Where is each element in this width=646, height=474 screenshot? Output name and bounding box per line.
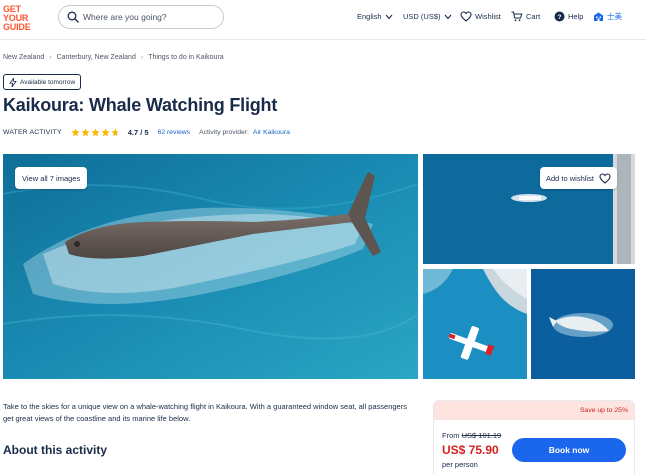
star-rating	[71, 128, 120, 137]
activity-description: Take to the skies for a unique view on a…	[3, 402, 407, 423]
search-icon	[67, 11, 79, 23]
breadcrumb-separator-icon: ›	[140, 54, 144, 61]
booking-card: Save up to 25% From US$ 101.19 US$ 75.90…	[433, 400, 635, 474]
getyourguide-logo[interactable]: GET YOUR GUIDE	[3, 5, 39, 32]
availability-badge: Available tomorrow	[3, 74, 82, 90]
whale-surface-photo[interactable]	[531, 269, 635, 379]
breadcrumb-item-region[interactable]: Canterbury, New Zealand	[57, 54, 136, 61]
reviews-link[interactable]: 62 reviews	[158, 129, 191, 136]
current-price: US$ 75.90	[442, 443, 499, 457]
svg-text:?: ?	[558, 14, 562, 21]
view-all-images-button[interactable]: View all 7 images	[15, 167, 88, 189]
profile-link[interactable]: 士美	[593, 11, 622, 22]
breadcrumb-item-things-to-do[interactable]: Things to do in Kaikoura	[148, 54, 224, 61]
help-link[interactable]: ? Help	[554, 11, 583, 22]
chevron-down-icon	[385, 14, 393, 19]
original-price: US$ 101.19	[461, 431, 502, 440]
breadcrumb: New Zealand › Canterbury, New Zealand › …	[3, 54, 224, 61]
seaplane-coast-photo[interactable]	[423, 269, 527, 379]
provider-label: Activity provider:	[199, 129, 249, 136]
top-header: GET YOUR GUIDE English USD (US$) Wishlis…	[0, 0, 646, 40]
heart-icon	[460, 11, 472, 22]
star-icon	[91, 128, 100, 137]
lightning-icon	[9, 77, 17, 87]
help-label: Help	[568, 12, 584, 21]
category-label: WATER ACTIVITY	[3, 129, 62, 136]
wishlist-label: Wishlist	[475, 12, 501, 21]
cart-label: Cart	[526, 12, 541, 21]
per-person-label: per person	[442, 460, 478, 469]
from-label: From	[442, 431, 460, 440]
chevron-down-icon	[444, 14, 451, 19]
cart-link[interactable]: Cart	[511, 11, 540, 22]
heart-icon	[599, 172, 611, 184]
add-to-wishlist-label: Add to wishlist	[546, 173, 594, 183]
add-to-wishlist-button[interactable]: Add to wishlist	[540, 167, 617, 189]
wishlist-link[interactable]: Wishlist	[460, 11, 501, 22]
star-half-icon	[111, 128, 120, 137]
profile-label: 士美	[607, 12, 622, 21]
currency-selector[interactable]: USD (US$)	[403, 12, 452, 21]
star-icon	[81, 128, 90, 137]
rating-value: 4.7 / 5	[127, 128, 149, 137]
activity-meta: WATER ACTIVITY 4.7 / 5 62 reviews Activi…	[3, 128, 290, 137]
page-title: Kaikoura: Whale Watching Flight	[3, 95, 278, 115]
star-icon	[71, 128, 80, 137]
breadcrumb-item-country[interactable]: New Zealand	[3, 54, 44, 61]
search-input[interactable]	[83, 9, 219, 25]
book-now-button[interactable]: Book now	[512, 438, 626, 462]
whale-surface-image	[531, 269, 635, 379]
logo-line-3: GUIDE	[3, 22, 31, 32]
building-icon	[594, 12, 603, 21]
language-selector[interactable]: English	[357, 12, 393, 21]
availability-label: Available tomorrow	[20, 78, 76, 86]
search-bar[interactable]	[58, 5, 224, 29]
provider-link[interactable]: Air Kaikoura	[253, 129, 290, 136]
save-label: Save up to 25%	[580, 407, 628, 414]
help-icon: ?	[554, 11, 565, 22]
currency-label: USD (US$)	[403, 12, 441, 21]
save-banner: Save up to 25%	[434, 401, 634, 420]
star-icon	[101, 128, 110, 137]
seaplane-image	[423, 269, 527, 379]
language-label: English	[357, 12, 382, 21]
from-price: From US$ 101.19	[442, 431, 501, 440]
cart-icon	[511, 11, 523, 22]
about-heading: About this activity	[3, 443, 108, 457]
breadcrumb-separator-icon: ›	[49, 54, 52, 61]
